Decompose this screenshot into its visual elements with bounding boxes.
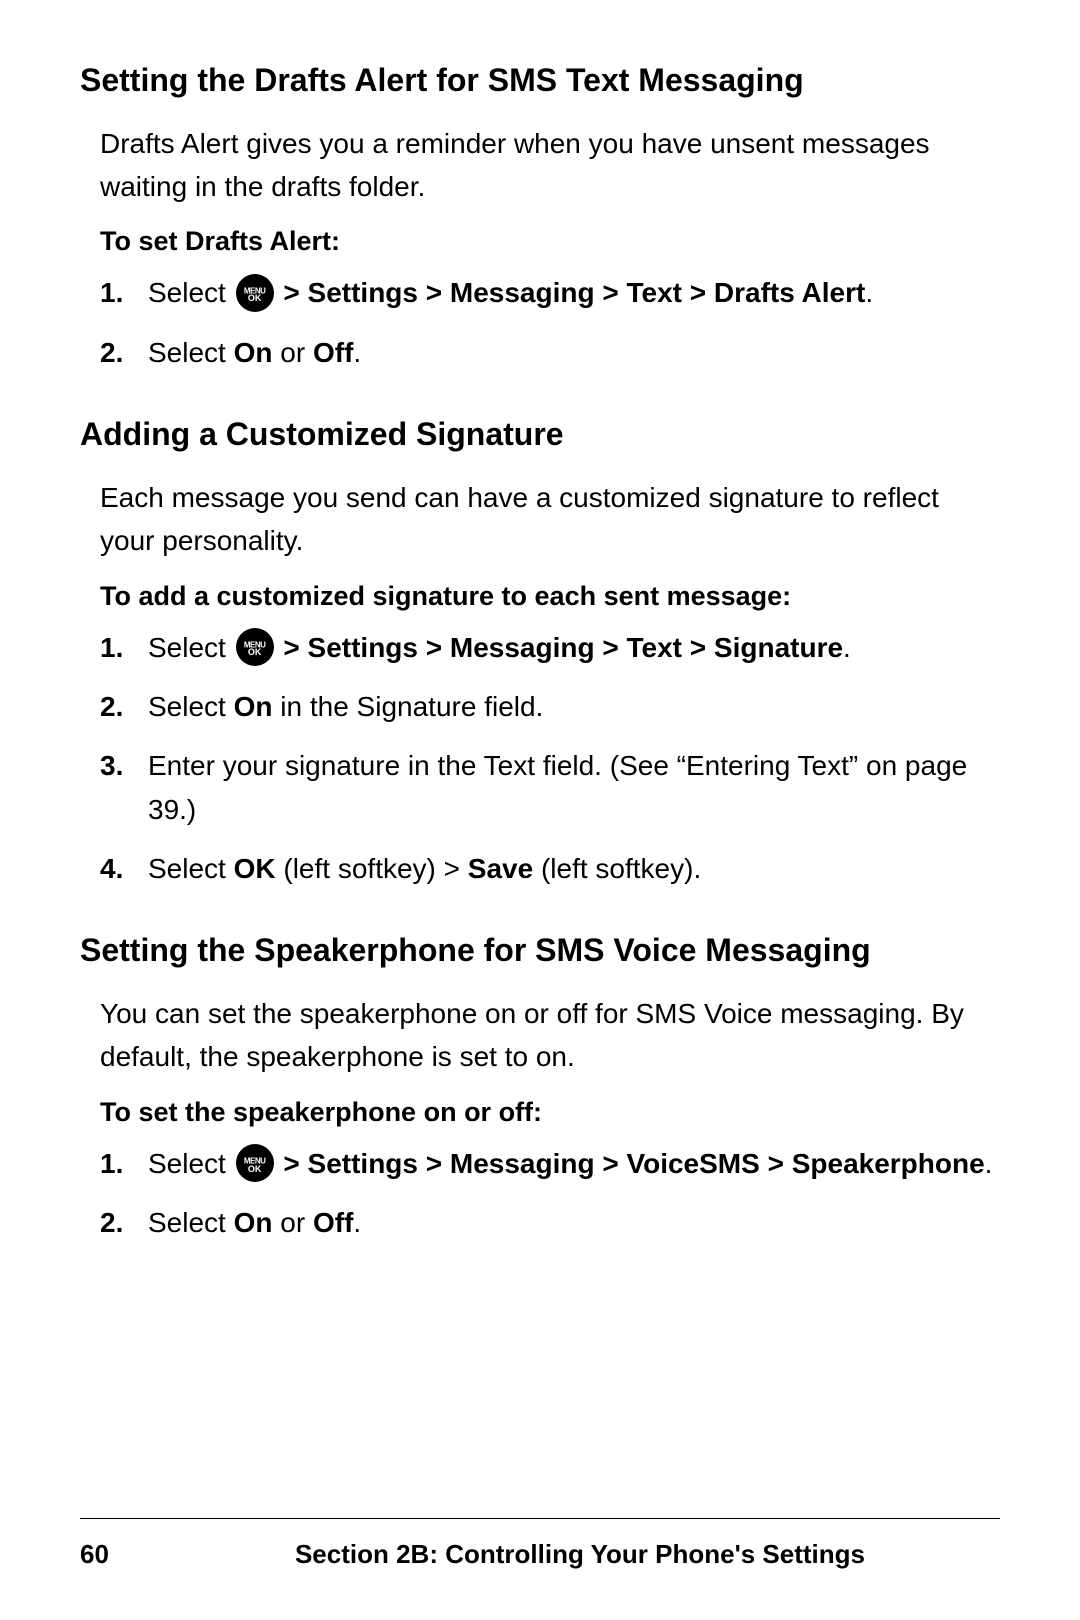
steps-list-signature: 1. Select > Settings > Messaging > Text … [100,626,1000,891]
step-number: 2. [100,685,148,728]
page-content: Setting the Drafts Alert for SMS Text Me… [0,0,1080,1365]
section-title-signature: Adding a Customized Signature [80,414,1000,456]
step-content: Select OK (left softkey) > Save (left so… [148,847,1000,890]
menu-icon [236,1144,274,1182]
footer-section-title: Section 2B: Controlling Your Phone's Set… [160,1539,1000,1570]
section-title-drafts: Setting the Drafts Alert for SMS Text Me… [80,60,1000,102]
step-number: 3. [100,744,148,787]
step-content: Select On or Off. [148,1201,1000,1244]
step-number: 2. [100,1201,148,1244]
section-signature: Adding a Customized Signature Each messa… [80,414,1000,890]
step-item: 3. Enter your signature in the Text fiel… [100,744,1000,831]
step-item: 2. Select On in the Signature field. [100,685,1000,728]
section-speakerphone: Setting the Speakerphone for SMS Voice M… [80,930,1000,1244]
steps-list-speakerphone: 1. Select > Settings > Messaging > Voice… [100,1142,1000,1245]
step-number: 4. [100,847,148,890]
step-content: Select On or Off. [148,331,1000,374]
step-number: 1. [100,271,148,314]
instruction-label-signature: To add a customized signature to each se… [100,581,1000,612]
footer-page-number: 60 [80,1539,160,1570]
step-content: Select > Settings > Messaging > Text > D… [148,271,1000,314]
page-footer: 60 Section 2B: Controlling Your Phone's … [80,1518,1000,1570]
menu-icon [236,274,274,312]
step-item: 2. Select On or Off. [100,331,1000,374]
step-number: 2. [100,331,148,374]
instruction-label-drafts: To set Drafts Alert: [100,226,1000,257]
step-item: 4. Select OK (left softkey) > Save (left… [100,847,1000,890]
instruction-label-speakerphone: To set the speakerphone on or off: [100,1097,1000,1128]
step-content: Select > Settings > Messaging > VoiceSMS… [148,1142,1000,1185]
section-title-speakerphone: Setting the Speakerphone for SMS Voice M… [80,930,1000,972]
step-item: 1. Select > Settings > Messaging > Text … [100,271,1000,314]
step-content: Enter your signature in the Text field. … [148,744,1000,831]
steps-list-drafts: 1. Select > Settings > Messaging > Text … [100,271,1000,374]
section-body-drafts: Drafts Alert gives you a reminder when y… [100,122,1000,209]
step-item: 1. Select > Settings > Messaging > Text … [100,626,1000,669]
step-number: 1. [100,1142,148,1185]
step-item: 1. Select > Settings > Messaging > Voice… [100,1142,1000,1185]
section-body-signature: Each message you send can have a customi… [100,476,1000,563]
step-content: Select On in the Signature field. [148,685,1000,728]
step-item: 2. Select On or Off. [100,1201,1000,1244]
menu-icon [236,628,274,666]
step-content: Select > Settings > Messaging > Text > S… [148,626,1000,669]
section-body-speakerphone: You can set the speakerphone on or off f… [100,992,1000,1079]
step-number: 1. [100,626,148,669]
section-drafts-alert: Setting the Drafts Alert for SMS Text Me… [80,60,1000,374]
